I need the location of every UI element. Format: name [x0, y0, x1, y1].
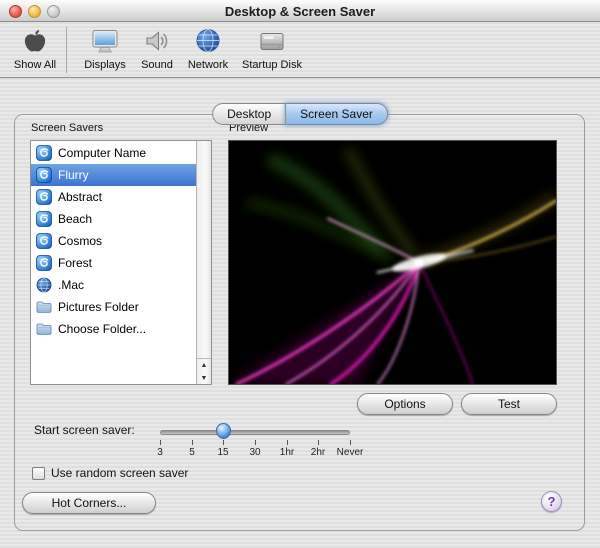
tab-bar: Desktop Screen Saver — [212, 103, 388, 125]
screensaver-item-flurry[interactable]: Flurry — [31, 164, 196, 186]
toolbar-show-all[interactable]: Show All — [8, 26, 62, 71]
toolbar-label: Sound — [141, 59, 173, 71]
tick-label: 30 — [249, 447, 261, 458]
toolbar-displays[interactable]: Displays — [79, 26, 131, 71]
slider-track[interactable] — [160, 430, 350, 435]
screensaver-list: Computer Name Flurry Abstract Beach Cosm… — [30, 140, 212, 385]
screensaver-preview — [228, 140, 557, 385]
screensaver-label: .Mac — [58, 278, 85, 292]
tick-label: 2hr — [310, 447, 326, 458]
screensaver-label: Forest — [58, 256, 93, 270]
screensaver-item-cosmos[interactable]: Cosmos — [31, 230, 196, 252]
tick-label: 1hr — [279, 447, 295, 458]
screensaver-item-abstract[interactable]: Abstract — [31, 186, 196, 208]
speaker-icon — [136, 26, 178, 58]
tab-desktop[interactable]: Desktop — [212, 103, 286, 125]
screensaver-item-dotmac[interactable]: .Mac — [31, 274, 196, 296]
random-screensaver-row: Use random screen saver — [32, 466, 188, 480]
tab-screen-saver[interactable]: Screen Saver — [285, 103, 388, 125]
swirl-icon — [36, 211, 52, 227]
toolbar-startup-disk[interactable]: Startup Disk — [238, 26, 306, 71]
screensaver-label: Cosmos — [58, 234, 103, 248]
screensaver-item-beach[interactable]: Beach — [31, 208, 196, 230]
toolbar-network[interactable]: Network — [182, 26, 234, 71]
tick — [318, 440, 319, 445]
toolbar-label: Displays — [84, 59, 126, 71]
tick-label: Never — [336, 447, 364, 458]
toolbar-sound[interactable]: Sound — [136, 26, 178, 71]
tick-label: 15 — [217, 447, 229, 458]
desktop-screensaver-window: Desktop & Screen Saver Show All Displays… — [0, 0, 600, 548]
swirl-icon — [36, 145, 52, 161]
scrollbar-arrows: ▲ ▼ — [197, 358, 211, 384]
swirl-icon — [36, 189, 52, 205]
tick — [192, 440, 193, 445]
globe-icon — [36, 277, 52, 293]
apple-icon — [8, 26, 62, 58]
screensavers-label: Screen Savers — [31, 122, 104, 134]
toolbar-label: Network — [187, 59, 229, 71]
screensaver-label: Abstract — [58, 190, 103, 204]
toolbar: Show All Displays Sound Network Startup … — [0, 23, 600, 78]
screensaver-label: Flurry — [58, 168, 89, 182]
swirl-icon — [36, 233, 52, 249]
scroll-up-arrow[interactable]: ▲ — [197, 359, 211, 372]
tick-label: 3 — [157, 447, 163, 458]
screensaver-label: Computer Name — [58, 146, 147, 160]
tick — [287, 440, 288, 445]
toolbar-label: Startup Disk — [242, 59, 302, 71]
slider-label: Start screen saver: — [34, 423, 135, 437]
screensaver-item-forest[interactable]: Forest — [31, 252, 196, 274]
swirl-icon — [36, 255, 52, 271]
tick — [255, 440, 256, 445]
tick — [223, 440, 224, 445]
list-scrollbar[interactable]: ▲ ▼ — [196, 141, 211, 384]
flurry-preview-art — [229, 141, 556, 384]
options-button[interactable]: Options — [357, 393, 453, 415]
test-button[interactable]: Test — [461, 393, 557, 415]
screensaver-item-choose-folder[interactable]: Choose Folder... — [31, 318, 196, 340]
disk-icon — [238, 26, 306, 58]
screensaver-item-pictures-folder[interactable]: Pictures Folder — [31, 296, 196, 318]
scroll-down-arrow[interactable]: ▼ — [197, 372, 211, 385]
toolbar-separator — [66, 27, 67, 73]
hot-corners-button[interactable]: Hot Corners... — [22, 492, 156, 514]
swirl-icon — [36, 167, 52, 183]
random-screensaver-label: Use random screen saver — [51, 466, 189, 480]
tick — [350, 440, 351, 445]
screensaver-label: Choose Folder... — [58, 322, 147, 336]
tick — [160, 440, 161, 445]
display-icon — [79, 26, 131, 58]
start-delay-slider-zone: Start screen saver: 3 5 15 30 1hr 2hr Ne… — [0, 420, 600, 466]
folder-icon — [36, 299, 52, 315]
random-screensaver-checkbox[interactable] — [32, 466, 45, 480]
screensaver-label: Pictures Folder — [58, 300, 139, 314]
globe-icon — [182, 26, 234, 58]
folder-icon — [36, 321, 52, 337]
screensaver-label: Beach — [58, 212, 93, 226]
window-title: Desktop & Screen Saver — [224, 4, 376, 19]
titlebar: Desktop & Screen Saver — [0, 0, 600, 22]
slider-thumb[interactable] — [216, 423, 231, 439]
help-button[interactable]: ? — [541, 491, 562, 512]
tick-label: 5 — [189, 447, 195, 458]
screensaver-item-computer-name[interactable]: Computer Name — [31, 142, 196, 164]
toolbar-label: Show All — [13, 59, 57, 71]
